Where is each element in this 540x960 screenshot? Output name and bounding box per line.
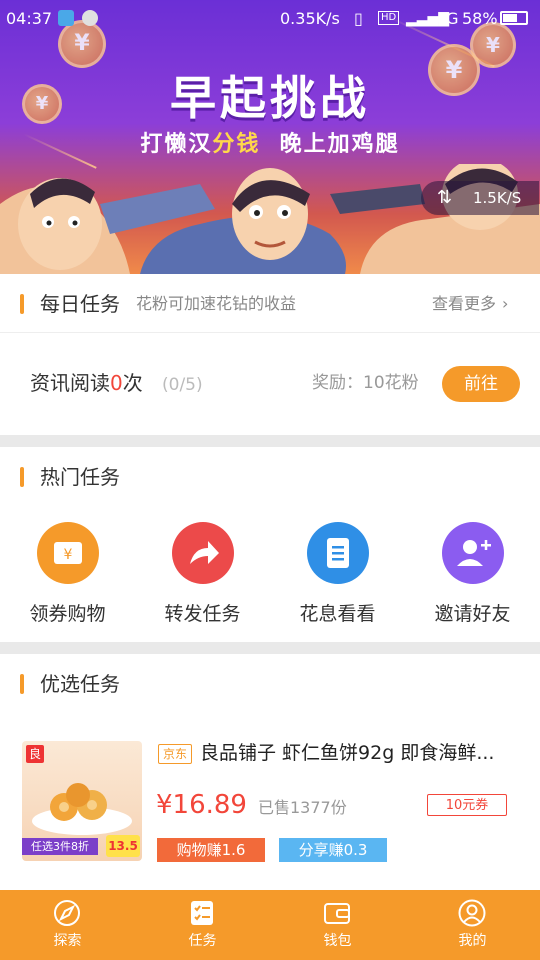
featured-tasks-header: 优选任务 [0,654,540,713]
battery-icon [500,11,528,25]
hot-tasks-header: 热门任务 [0,447,540,506]
share-earn-badge[interactable]: 分享赚0.3 [279,838,387,862]
add-friend-icon [442,522,504,584]
section-marker [20,467,24,487]
sold-count: 已售1377份 [258,798,347,817]
scan-icon [58,10,74,26]
daily-tasks-title: 每日任务 [40,292,120,316]
task-reward: 奖励：10花粉 [312,373,419,393]
daily-task-row: 资讯阅读0次 (0/5) 奖励：10花粉 前往 [0,333,540,435]
daily-tasks-desc: 花粉可加速花钻的收益 [136,294,297,313]
wallet-icon [324,903,350,924]
shop-earn-badge[interactable]: 购物赚1.6 [157,838,265,862]
hot-task-coupon[interactable]: ¥ 领券购物 [0,505,135,642]
section-divider [0,435,540,447]
featured-tasks-title: 优选任务 [40,672,120,696]
task-progress: (0/5) [162,375,203,395]
hot-task-grid: ¥ 领券购物 转发任务 花息看看 邀请好友 [0,505,540,642]
coupon-badge[interactable]: 10元券 [427,794,507,816]
product-price: ¥16.89 [156,790,247,820]
hd-icon: HD [378,11,400,25]
document-icon [307,522,369,584]
section-divider [0,642,540,654]
bottom-tab-bar: 探索 任务 钱包 我的 [0,890,540,960]
share-arrow-icon [172,522,234,584]
status-bar: 04:37 0.35K/s ▯ HD ▂▃▅▇ 4G 58% [0,0,540,38]
net-speed: 0.35K/s [280,9,340,28]
tab-explore[interactable]: 探索 [0,890,135,960]
coupon-icon: ¥ [37,522,99,584]
hot-task-invite[interactable]: 邀请好友 [405,505,540,642]
food-picture [32,783,132,835]
tab-wallet[interactable]: 钱包 [270,890,405,960]
status-time: 04:37 [6,9,53,28]
profile-icon [458,899,486,927]
app-notif-icon [82,10,98,26]
tab-profile[interactable]: 我的 [405,890,540,960]
task-name: 资讯阅读0次 [30,371,143,395]
swap-arrows-icon: ⇅ [437,187,453,208]
product-image: 良 任选3件8折 13.5 [22,741,142,861]
net-speed-badge: ⇅ 1.5K/S [421,181,539,215]
product-name: 良品铺子 虾仁鱼饼92g 即食海鲜... [200,742,495,764]
network-type: 4G [436,9,459,28]
tab-tasks[interactable]: 任务 [135,890,270,960]
chevron-right-icon: › [502,294,509,313]
section-marker [20,674,24,694]
task-icon [191,901,213,925]
source-tag: 京东 [158,744,193,764]
hot-task-news[interactable]: 花息看看 [270,505,405,642]
battery-percent: 58% [462,9,498,28]
section-marker [20,294,24,314]
hot-tasks-title: 热门任务 [40,465,120,489]
explore-icon [54,900,80,926]
vibrate-icon: ▯ [354,9,363,28]
hot-task-forward[interactable]: 转发任务 [135,505,270,642]
svg-text:¥: ¥ [64,547,73,563]
product-card[interactable]: 良 任选3件8折 13.5 京东 良品铺子 虾仁鱼饼92g 即食海鲜... ¥1… [0,712,540,890]
banner[interactable]: ¥ ¥ ¥ ¥ 早起挑战 打懒汉分钱 晚上加鸡腿 ⇅ 1.5K/S [0,0,540,274]
banner-subtitle: 打懒汉分钱 晚上加鸡腿 [140,132,400,157]
view-more-link[interactable]: 查看更多 › [432,292,508,316]
promo-tag: 任选3件8折 [22,838,98,855]
promo-price: 13.5 [106,835,140,857]
daily-tasks-header: 每日任务 花粉可加速花钻的收益 查看更多 › [0,274,540,333]
go-button[interactable]: 前往 [442,366,520,402]
banner-title: 早起挑战 [170,71,370,125]
